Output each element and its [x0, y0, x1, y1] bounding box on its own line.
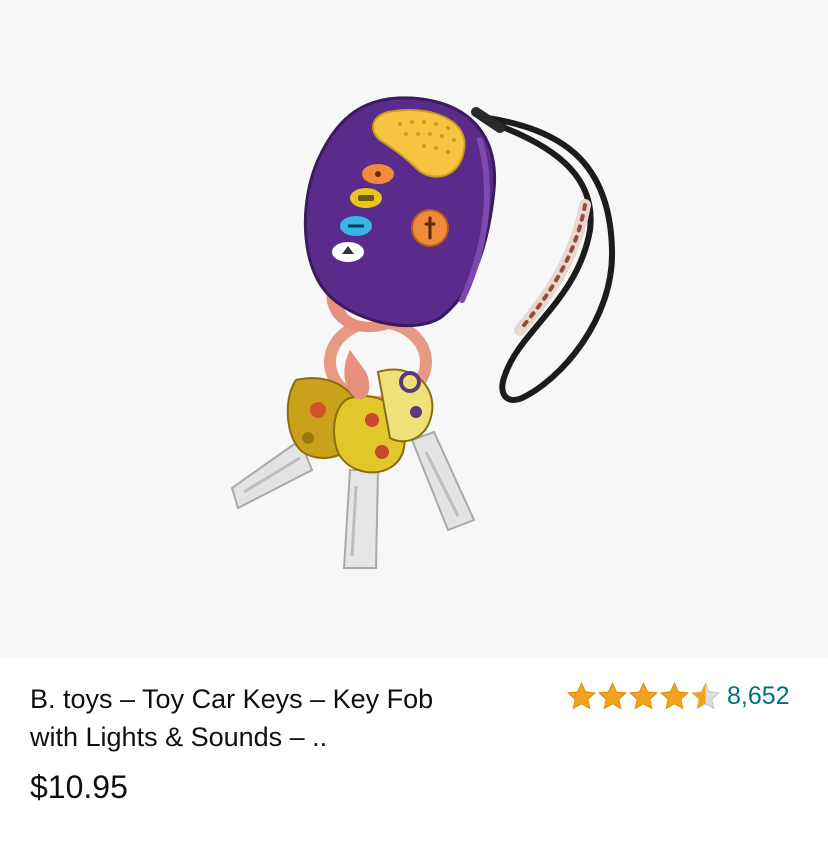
- star-full-icon: [660, 681, 689, 709]
- product-price: $10.95: [30, 769, 128, 805]
- product-image[interactable]: [0, 0, 828, 658]
- toy-keys-illustration: [230, 96, 616, 569]
- star-full-icon: [598, 681, 627, 709]
- rating-stars[interactable]: [566, 681, 721, 712]
- rating[interactable]: 8,652: [566, 679, 790, 713]
- star-full-icon: [567, 681, 596, 709]
- star-full-icon: [629, 681, 658, 709]
- product-card[interactable]: B. toys – Toy Car Keys – Key Fob with Li…: [0, 0, 828, 852]
- rating-count-link[interactable]: 8,652: [727, 682, 790, 711]
- product-title[interactable]: B. toys – Toy Car Keys – Key Fob with Li…: [30, 680, 470, 756]
- star-half-icon: [691, 681, 720, 709]
